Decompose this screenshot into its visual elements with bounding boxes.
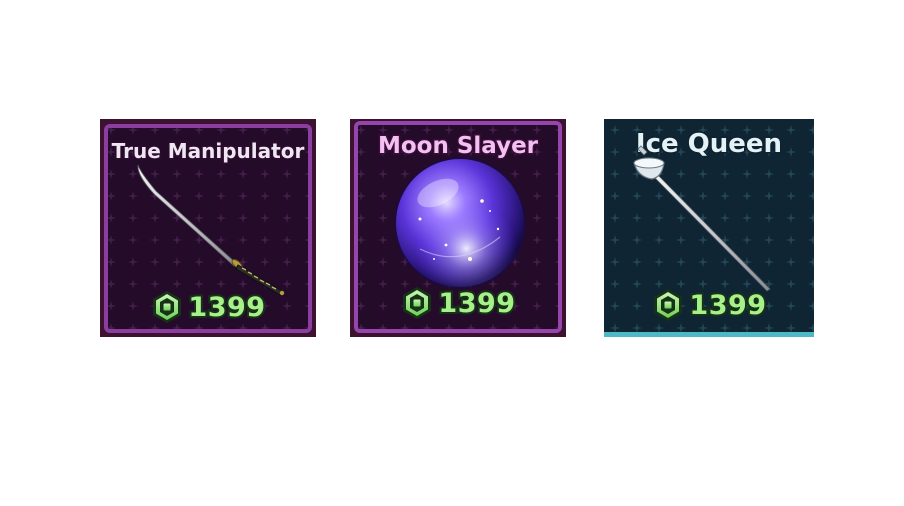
robux-icon <box>654 289 683 321</box>
item-price: 1399 <box>436 286 517 321</box>
shop-item-row: True Manipulator 1399 Moon Slayer 1399 I… <box>0 0 904 506</box>
item-price: 1399 <box>186 290 267 325</box>
shop-item-card[interactable]: True Manipulator 1399 <box>100 119 316 337</box>
price-tag: 1399 <box>100 289 316 325</box>
shop-item-card[interactable]: Moon Slayer 1399 <box>350 119 566 337</box>
price-tag: 1399 <box>350 285 566 321</box>
shop-item-card[interactable]: Ice Queen 1399 <box>604 119 814 337</box>
price-tag: 1399 <box>604 287 814 323</box>
robux-icon <box>153 291 182 323</box>
item-price: 1399 <box>687 288 768 323</box>
robux-icon <box>403 287 432 319</box>
